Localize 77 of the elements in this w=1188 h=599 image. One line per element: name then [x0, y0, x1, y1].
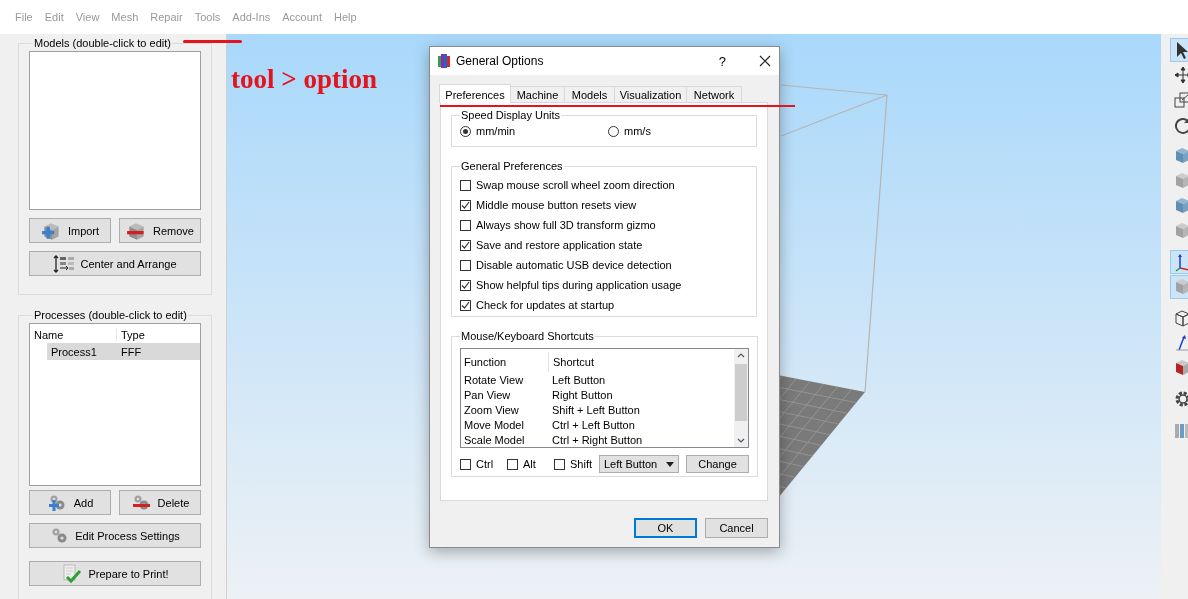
checkbox-label: Alt: [523, 458, 536, 470]
checkbox[interactable]: [460, 458, 471, 470]
tab[interactable]: Preferences: [439, 84, 511, 103]
help-button[interactable]: ?: [718, 53, 726, 69]
tab[interactable]: Models: [564, 86, 615, 102]
checkbox[interactable]: [460, 199, 471, 211]
checkbox[interactable]: [460, 299, 471, 311]
column-header: Function: [464, 352, 549, 372]
radio-button[interactable]: [608, 125, 619, 137]
table-cell-text: Shift + Left Button: [551, 403, 640, 416]
checkbox[interactable]: [460, 239, 471, 251]
checkbox-label: Disable automatic USB device detection: [476, 259, 672, 271]
import-button[interactable]: Import: [29, 218, 111, 243]
window-title: General Options: [456, 54, 545, 68]
table-cell-text: Ctrl + Right Button: [551, 433, 643, 446]
checkbox-label: Check for updates at startup: [476, 299, 615, 311]
dropdown[interactable]: Left Button: [599, 455, 679, 473]
cancel-button[interactable]: Cancel: [705, 518, 768, 538]
ok-button[interactable]: OK: [634, 518, 697, 538]
arrange-icon: [53, 254, 76, 273]
app-logo-icon: [438, 54, 451, 68]
gears-minus-icon: [130, 493, 153, 512]
tab[interactable]: Network: [686, 86, 742, 102]
caret-icon: [666, 461, 674, 467]
arrange-button[interactable]: Center and Arrange: [29, 251, 201, 276]
checkbox[interactable]: [460, 279, 471, 291]
group-title: Processes (double-click to edit): [33, 309, 188, 321]
remove-button[interactable]: Remove: [119, 218, 201, 243]
table-cell-text: Rotate View: [464, 373, 525, 386]
models-list[interactable]: [29, 51, 201, 210]
axes-icon[interactable]: [1170, 250, 1188, 274]
column-header: Name: [30, 328, 117, 341]
table-cell-text: Process1: [50, 345, 98, 358]
annotation-line: [183, 40, 242, 43]
process-tree[interactable]: Name Type Process1 FFF: [29, 323, 201, 486]
checkbox-label: Always show full 3D transform gizmo: [476, 219, 656, 231]
checkbox[interactable]: [460, 219, 471, 231]
checkbox-label: Shift: [570, 458, 592, 470]
change-button[interactable]: Change: [686, 455, 749, 473]
tab[interactable]: Visualization: [614, 86, 687, 102]
table-cell-text: Ctrl + Left Button: [551, 418, 635, 431]
shortcut-list[interactable]: Function Shortcut Rotate View Left Button Pan View Right Button Zoom View Shift + Left Button Move Model Ctrl + Left Button Scale Model Ctrl + Right Button: [460, 348, 749, 448]
checkbox[interactable]: [460, 179, 471, 191]
checkbox-label: Swap mouse scroll wheel zoom direction: [476, 179, 675, 191]
group-title: Models (double-click to edit): [33, 37, 172, 49]
group-title: Mouse/Keyboard Shortcuts: [460, 330, 595, 342]
add-button[interactable]: Add: [29, 490, 111, 515]
checkbox-label: Middle mouse button resets view: [476, 199, 637, 211]
tree-row[interactable]: Process1 FFF: [47, 343, 200, 360]
settings-button[interactable]: Edit Process Settings: [29, 523, 201, 548]
annotation-text: tool > option: [231, 64, 377, 95]
radio-button[interactable]: [460, 125, 471, 137]
prepare-button[interactable]: Prepare to Print!: [29, 561, 201, 586]
radio-label: mm/min: [476, 125, 516, 137]
document-check-icon: [61, 563, 84, 584]
delete-button[interactable]: Delete: [119, 490, 201, 515]
checkbox[interactable]: [460, 259, 471, 271]
tab[interactable]: Machine: [510, 86, 565, 102]
table-cell-text: Left Button: [551, 373, 606, 386]
table-cell-text: Zoom View: [464, 403, 520, 416]
table-cell-text: Move Model: [464, 418, 525, 431]
checkbox[interactable]: [554, 458, 565, 470]
column-header: Type: [120, 328, 146, 341]
checkbox-label: Save and restore application state: [476, 239, 643, 251]
checkbox[interactable]: [507, 458, 518, 470]
close-icon[interactable]: [759, 55, 771, 67]
radio-label: mm/s: [624, 125, 651, 137]
group-title: Speed Display Units: [460, 109, 562, 121]
table-cell-text: Pan View: [464, 388, 512, 401]
checkbox-label: Show helpful tips during application usage: [476, 279, 682, 291]
table-cell-text: Right Button: [551, 388, 613, 401]
column-header: Shortcut: [552, 356, 594, 368]
table-cell-text: FFF: [120, 345, 142, 358]
group-title: General Preferences: [460, 160, 564, 172]
checkbox-label: Ctrl: [476, 458, 494, 470]
cursor-icon[interactable]: [1170, 38, 1188, 62]
table-cell-text: Scale Model: [464, 433, 526, 446]
